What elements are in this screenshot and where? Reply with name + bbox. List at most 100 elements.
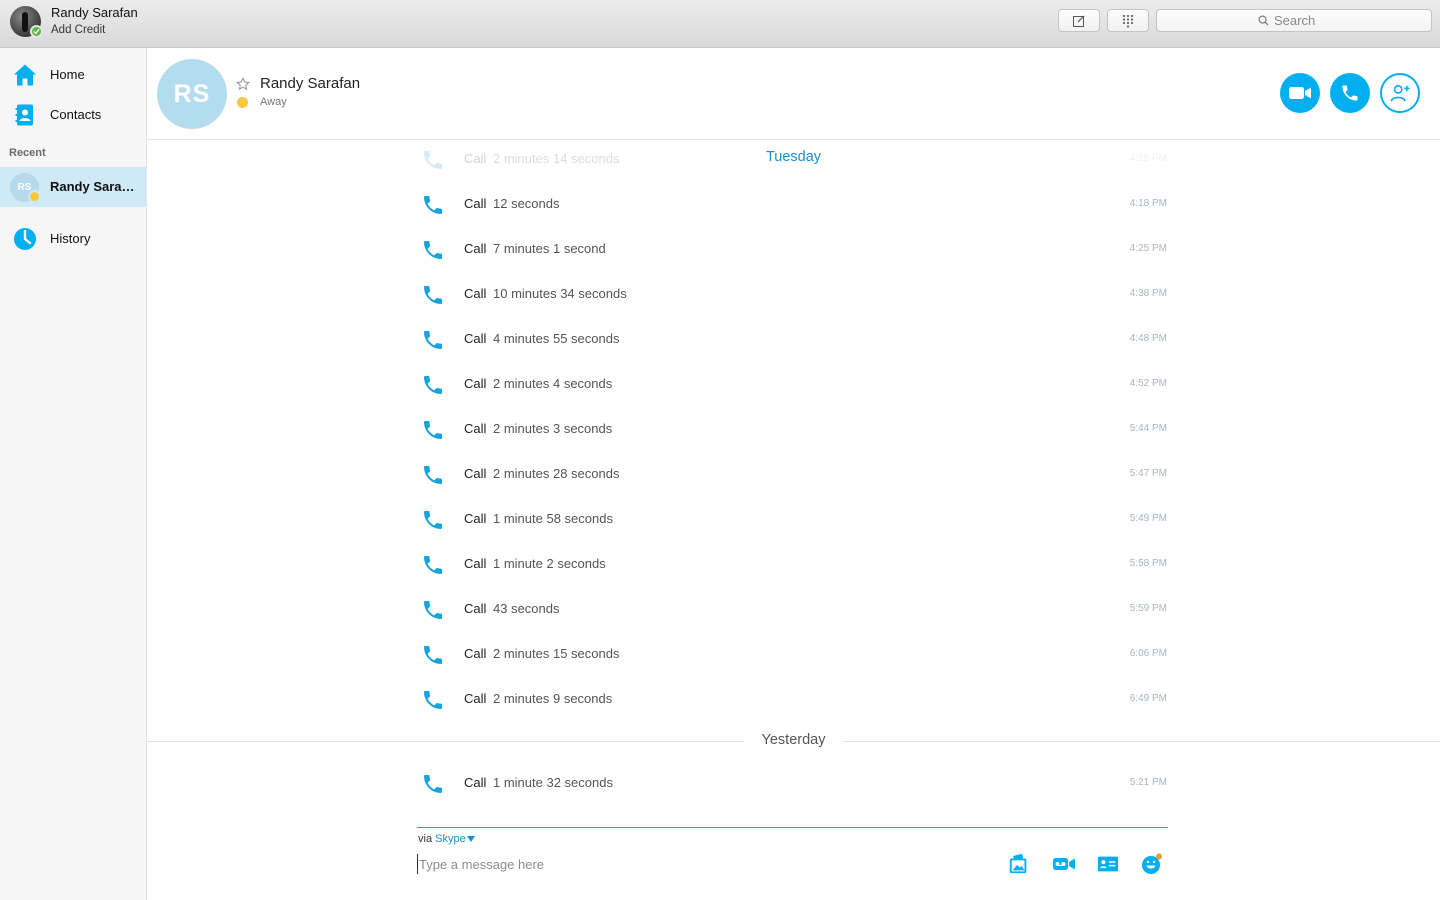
sidebar-item-label: Contacts: [50, 106, 102, 122]
via-prefix: via: [418, 833, 433, 845]
call-duration: 2 minutes 4 seconds: [493, 376, 613, 391]
call-type: Call: [464, 511, 487, 526]
day-label: Yesterday: [761, 732, 826, 748]
contacts-icon: [15, 104, 33, 126]
dialpad-icon: [1122, 14, 1134, 28]
call-row[interactable]: Call 2 minutes 9 seconds 6:49 PM: [417, 685, 1167, 715]
phone-icon: [424, 646, 442, 664]
sidebar-item-history[interactable]: History: [0, 219, 146, 257]
call-type: Call: [464, 601, 487, 616]
call-type: Call: [464, 286, 487, 301]
message-input[interactable]: [417, 854, 977, 874]
video-message-icon: [1053, 858, 1075, 870]
phone-icon: [424, 466, 442, 484]
contact-card-icon: [1097, 856, 1119, 872]
call-row[interactable]: Call 2 minutes 15 seconds 6:06 PM: [417, 640, 1167, 670]
recent-conversation-item[interactable]: RS Randy Sarafan: [0, 167, 146, 207]
sidebar: Home Contacts Recent RS Randy Sarafan Hi…: [0, 48, 147, 900]
call-duration: 2 minutes 3 seconds: [493, 421, 613, 436]
call-type: Call: [464, 331, 487, 346]
contact-status: Away: [260, 96, 287, 108]
call-row[interactable]: Call 10 minutes 34 seconds 4:38 PM: [417, 280, 1167, 310]
call-row[interactable]: Call 12 seconds 4:18 PM: [417, 190, 1167, 220]
sidebar-item-label: Home: [50, 66, 85, 82]
emoticon-icon: [1142, 853, 1162, 874]
send-contact-button[interactable]: [1095, 851, 1121, 877]
day-separator: Yesterday: [147, 731, 1440, 751]
call-type: Call: [464, 466, 487, 481]
call-row[interactable]: Call 1 minute 32 seconds 5:21 PM: [417, 769, 1167, 799]
call-time: 4:25 PM: [1129, 243, 1167, 254]
add-people-button[interactable]: [1380, 73, 1420, 113]
send-photo-button[interactable]: [1006, 851, 1032, 877]
call-time: 5:21 PM: [1129, 777, 1167, 788]
sidebar-item-home[interactable]: Home: [0, 55, 146, 93]
phone-icon: [424, 601, 442, 619]
sidebar-item-contacts[interactable]: Contacts: [0, 95, 146, 133]
call-duration: 4 minutes 55 seconds: [493, 331, 620, 346]
image-icon: [1009, 853, 1027, 874]
sidebar-item-label: History: [50, 230, 91, 246]
phone-icon: [424, 775, 442, 793]
call-row[interactable]: Call 2 minutes 3 seconds 5:44 PM: [417, 415, 1167, 445]
video-call-button[interactable]: [1280, 73, 1320, 113]
message-list[interactable]: Call 2 minutes 14 seconds 4:15 PM Tuesda…: [147, 140, 1440, 820]
video-message-button[interactable]: [1051, 851, 1077, 877]
service-name: Skype: [435, 833, 466, 845]
search-box[interactable]: [1156, 9, 1432, 32]
call-time: 5:44 PM: [1129, 423, 1167, 434]
call-time: 5:47 PM: [1129, 468, 1167, 479]
call-duration: 2 minutes 9 seconds: [493, 691, 613, 706]
call-type: Call: [464, 241, 487, 256]
dialpad-button[interactable]: [1107, 9, 1149, 32]
call-duration: 7 minutes 1 second: [493, 241, 606, 256]
call-row[interactable]: Call 1 minute 2 seconds 5:58 PM: [417, 550, 1167, 580]
favorite-star-icon[interactable]: [236, 77, 250, 91]
day-label: Tuesday: [765, 149, 822, 165]
call-duration: 1 minute 2 seconds: [493, 556, 606, 571]
profile-area[interactable]: Randy Sarafan Add Credit: [10, 5, 150, 43]
emoticon-button[interactable]: [1139, 851, 1165, 877]
call-type: Call: [464, 421, 487, 436]
call-duration: 10 minutes 34 seconds: [493, 286, 627, 301]
search-input[interactable]: [1274, 13, 1330, 28]
audio-call-button[interactable]: [1330, 73, 1370, 113]
call-time: 6:06 PM: [1129, 648, 1167, 659]
contact-avatar[interactable]: RS: [157, 59, 227, 129]
call-type: Call: [464, 775, 487, 790]
phone-icon: [424, 241, 442, 259]
message-composer: via Skype: [417, 827, 1168, 887]
search-icon: [1258, 15, 1269, 26]
conversation-header: RS Randy Sarafan Away: [147, 48, 1440, 140]
recent-heading: Recent: [9, 147, 46, 159]
call-time: 6:49 PM: [1129, 693, 1167, 704]
phone-icon: [1342, 85, 1358, 101]
call-type: Call: [464, 556, 487, 571]
service-selector[interactable]: Skype: [435, 833, 475, 845]
online-status-icon: [30, 25, 43, 38]
call-row[interactable]: Call 2 minutes 28 seconds 5:47 PM: [417, 460, 1167, 490]
compose-icon: [1073, 15, 1085, 27]
call-duration: 43 seconds: [493, 601, 560, 616]
call-duration: 12 seconds: [493, 196, 560, 211]
call-duration: 1 minute 32 seconds: [493, 775, 613, 790]
call-type: Call: [464, 376, 487, 391]
call-type: Call: [464, 646, 487, 661]
call-row[interactable]: Call 4 minutes 55 seconds 4:48 PM: [417, 325, 1167, 355]
via-service: via Skype: [418, 833, 475, 845]
phone-icon: [424, 691, 442, 709]
add-person-icon: [1390, 84, 1410, 102]
call-row[interactable]: Call 7 minutes 1 second 4:25 PM: [417, 235, 1167, 265]
phone-icon: [424, 376, 442, 394]
call-row[interactable]: Call 1 minute 58 seconds 5:49 PM: [417, 505, 1167, 535]
call-time: 4:48 PM: [1129, 333, 1167, 344]
add-credit-link[interactable]: Add Credit: [51, 24, 105, 36]
phone-icon: [424, 556, 442, 574]
contact-name[interactable]: Randy Sarafan: [260, 75, 360, 92]
call-duration: 1 minute 58 seconds: [493, 511, 613, 526]
phone-icon: [424, 511, 442, 529]
call-row[interactable]: Call 43 seconds 5:59 PM: [417, 595, 1167, 625]
compose-button[interactable]: [1058, 9, 1100, 32]
call-row[interactable]: Call 2 minutes 4 seconds 4:52 PM: [417, 370, 1167, 400]
call-time: 4:18 PM: [1129, 198, 1167, 209]
